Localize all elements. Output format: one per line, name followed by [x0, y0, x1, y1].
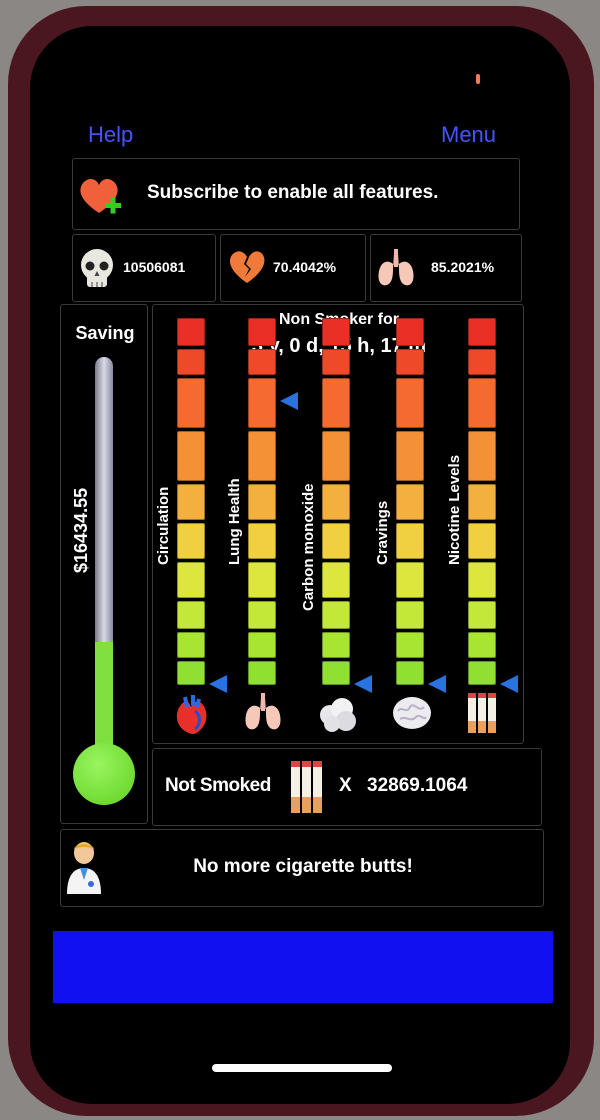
meter-label: Cravings [374, 500, 391, 565]
meter-segment [396, 378, 424, 428]
meter-segment [468, 661, 496, 685]
cigarettes-icon [291, 761, 322, 813]
ad-banner[interactable] [53, 931, 553, 1003]
meter-segment [396, 431, 424, 481]
meter-segment [396, 632, 424, 658]
meter-segment [396, 484, 424, 520]
meter-segment [396, 601, 424, 629]
meter-segment [322, 632, 350, 658]
heart-value: 70.4042% [273, 259, 337, 275]
meter-segment [468, 349, 496, 375]
stat-deaths: 10506081 [72, 234, 216, 302]
meter-segment [396, 349, 424, 375]
heart-plus-icon [80, 178, 121, 214]
thermometer-bulb [73, 743, 135, 805]
meter-segment [322, 661, 350, 685]
meter-segment [468, 431, 496, 481]
meter-segment [468, 523, 496, 559]
not-smoked-count: 32869.1064 [367, 775, 468, 796]
not-smoked-panel: Not Smoked X 32869.1064 [152, 748, 542, 826]
saving-amount: $16434.55 [71, 487, 91, 573]
stat-lungs: 85.2021% [370, 234, 522, 302]
meter-segment [248, 431, 276, 481]
meter-segment [177, 431, 205, 481]
cigarettes-icon [468, 693, 496, 733]
meter-segment [322, 318, 350, 346]
meter-label: Nicotine Levels [446, 454, 463, 565]
meter-segment [177, 484, 205, 520]
meter-segment [248, 523, 276, 559]
meter-segment [396, 523, 424, 559]
meter-segment [177, 523, 205, 559]
meter-segment [468, 378, 496, 428]
smoke-cloud-icon [320, 698, 356, 732]
meter-segment [248, 661, 276, 685]
meter-segment [322, 378, 350, 428]
thermometer-tube [95, 357, 113, 753]
meter-segment [468, 562, 496, 598]
lungs-organ-icon [245, 693, 281, 730]
help-link[interactable]: Help [88, 122, 133, 148]
thermometer-fill [95, 642, 113, 753]
meter-segment [468, 484, 496, 520]
meter-segment [177, 349, 205, 375]
meter-label: Carbon monoxide [300, 483, 317, 611]
heart-organ-icon [176, 695, 207, 734]
phone-case: Help Menu Subscribe to enable all featur… [8, 6, 594, 1116]
stat-heart: 70.4042% [220, 234, 366, 302]
lungs-value: 85.2021% [431, 259, 495, 275]
message-text: No more cigarette butts! [193, 856, 413, 877]
meter-segment [177, 318, 205, 346]
brain-icon [393, 697, 431, 729]
meter-segment [396, 661, 424, 685]
message-panel: No more cigarette butts! [60, 829, 544, 907]
subscribe-banner[interactable]: Subscribe to enable all features. [72, 158, 520, 230]
deaths-value: 10506081 [123, 259, 186, 275]
meter-segment [322, 431, 350, 481]
broken-heart-icon [229, 251, 265, 283]
app-screen: Help Menu Subscribe to enable all featur… [30, 26, 570, 1104]
meter-segment [322, 562, 350, 598]
meter-segment [248, 601, 276, 629]
saving-panel: Saving $16434.55 [60, 304, 148, 824]
health-meters-panel: Non Smoker for 3 y, 0 d, 15 h, 17 m Circ… [152, 304, 524, 744]
skull-icon [81, 249, 113, 287]
meter-segment [322, 484, 350, 520]
subscribe-text: Subscribe to enable all features. [147, 182, 439, 203]
meter-segment [248, 484, 276, 520]
meter-segment [322, 349, 350, 375]
meter-segment [177, 601, 205, 629]
not-smoked-label: Not Smoked [165, 775, 271, 796]
home-indicator[interactable] [212, 1064, 392, 1072]
meter-segment [468, 632, 496, 658]
meter-segment [177, 632, 205, 658]
level-marker-icon [280, 392, 298, 411]
meter-segment [248, 349, 276, 375]
meter-segment [177, 378, 205, 428]
meter-segment [396, 562, 424, 598]
meter-segment [177, 562, 205, 598]
meter-segment [248, 632, 276, 658]
meter-segment [468, 601, 496, 629]
meter-segment [468, 318, 496, 346]
saving-label: Saving [75, 323, 135, 343]
camera-indicator [476, 74, 480, 84]
meter-segment [177, 661, 205, 685]
meter-label: Circulation [155, 486, 172, 565]
meter-label: Lung Health [226, 478, 243, 565]
meter-segment [322, 601, 350, 629]
meter-segment [248, 378, 276, 428]
lungs-icon [378, 249, 414, 286]
meter-segment [396, 318, 424, 346]
multiplier-symbol: X [339, 775, 352, 796]
meter-segment [248, 318, 276, 346]
menu-link[interactable]: Menu [441, 122, 496, 148]
meter-segment [322, 523, 350, 559]
meter-segment [248, 562, 276, 598]
